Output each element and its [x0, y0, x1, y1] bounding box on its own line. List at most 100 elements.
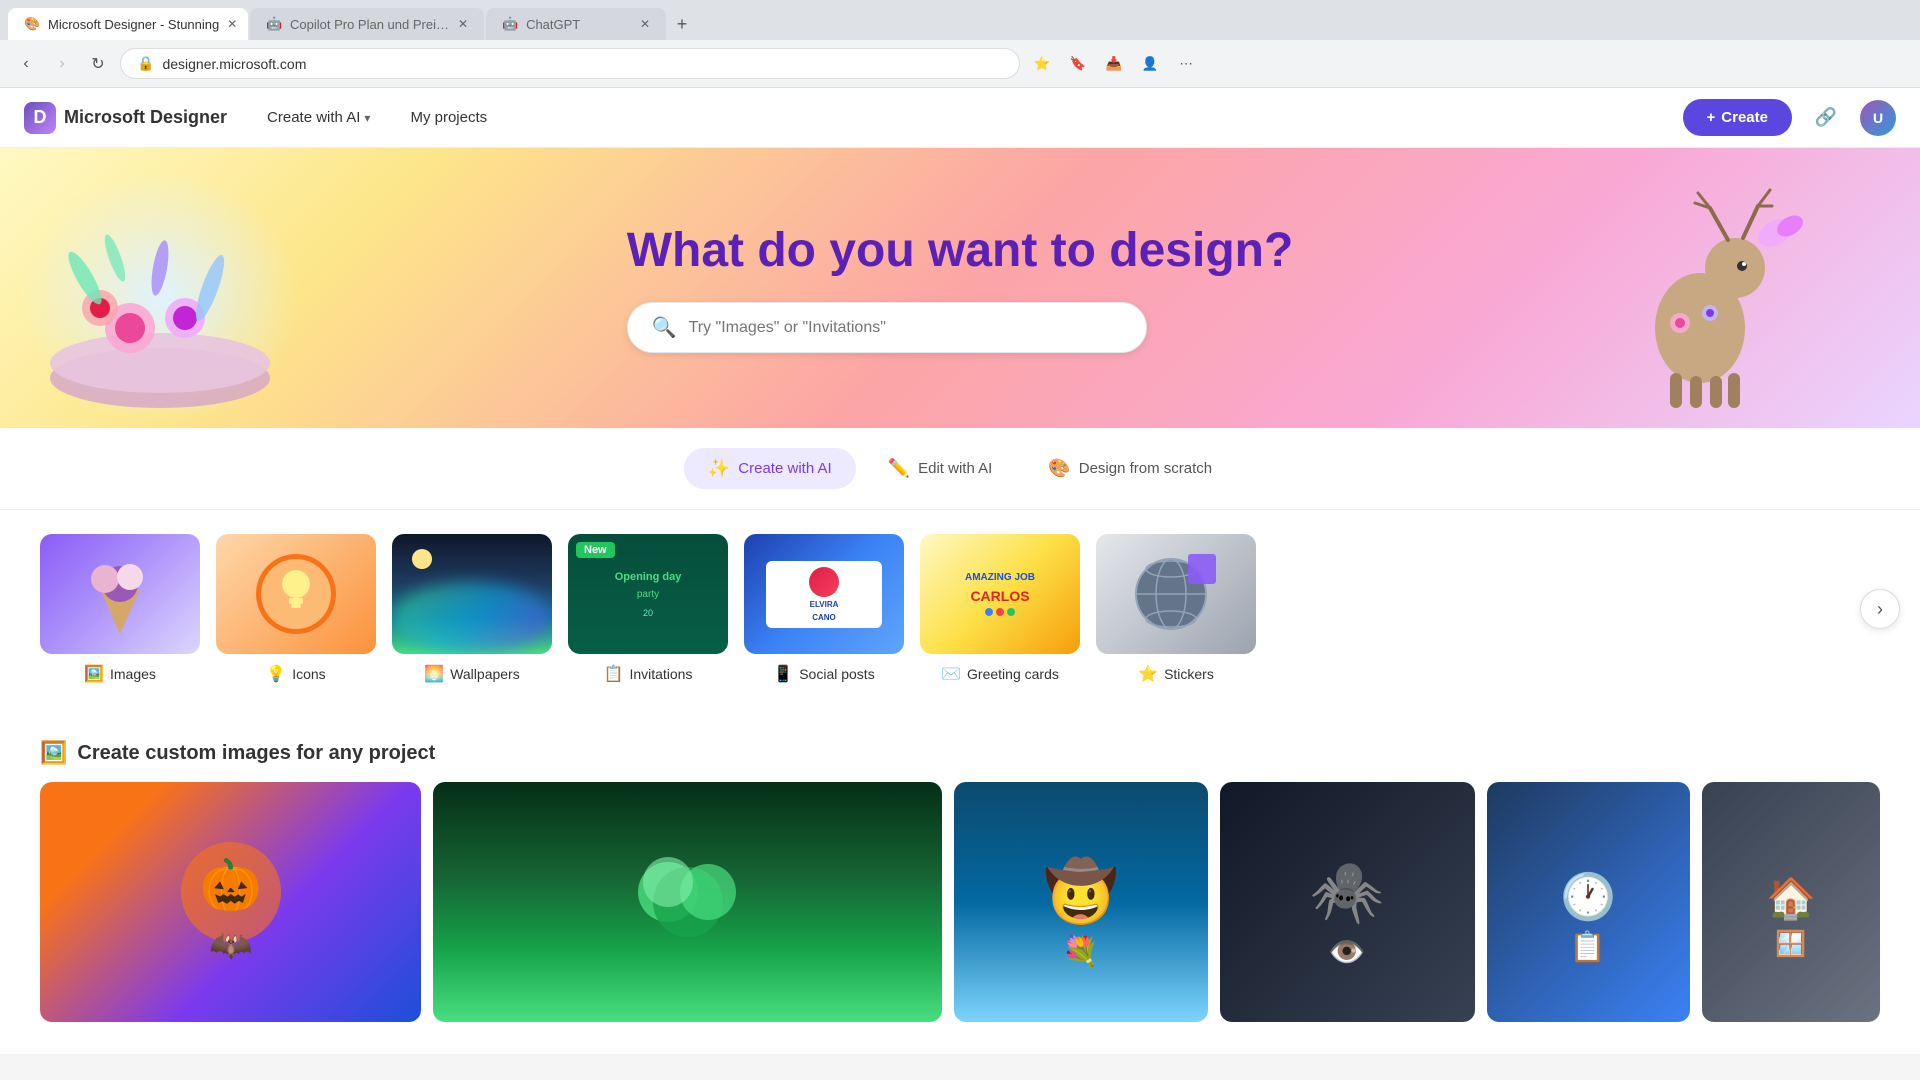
- svg-text:💐: 💐: [1062, 933, 1099, 970]
- filter-edit-ai-icon: ✏️: [888, 458, 910, 479]
- filter-create-ai-label: Create with AI: [738, 460, 831, 477]
- section-header: 🖼️ Create custom images for any project: [40, 740, 1880, 766]
- category-row: 🖼️ Images 💡: [40, 534, 1880, 684]
- hero-section: What do you want to design? 🔍: [0, 148, 1920, 428]
- tab-close-3[interactable]: ✕: [640, 17, 650, 31]
- search-input[interactable]: [689, 319, 1122, 337]
- custom-images-section: 🖼️ Create custom images for any project …: [0, 740, 1920, 1054]
- category-greeting-cards[interactable]: AMAZING JOB CARLOS ✉️ Greeting cards: [920, 534, 1080, 684]
- app-header: D Microsoft Designer Create with AI ▾ My…: [0, 88, 1920, 148]
- hero-left-decoration: [20, 168, 300, 428]
- carousel-next-button[interactable]: ›: [1860, 589, 1900, 629]
- create-button[interactable]: + Create: [1683, 99, 1792, 136]
- category-greeting-thumb: AMAZING JOB CARLOS: [920, 534, 1080, 654]
- tab-copilot[interactable]: 🤖 Copilot Pro Plan und Preise – F... ✕: [250, 8, 484, 40]
- category-social-posts[interactable]: ELVIRA CANO 📱 Social posts: [744, 534, 904, 684]
- wallpapers-icon: 🌅: [424, 664, 444, 684]
- settings-button[interactable]: ⋯: [1172, 50, 1200, 78]
- nav-create-with-ai[interactable]: Create with AI ▾: [259, 105, 378, 130]
- category-icons-thumb: [216, 534, 376, 654]
- custom-image-2[interactable]: [433, 782, 942, 1022]
- svg-text:🕷️: 🕷️: [1310, 858, 1385, 926]
- tab-favicon-1: 🎨: [24, 16, 40, 32]
- app-logo[interactable]: D Microsoft Designer: [24, 102, 227, 134]
- category-icons-label: 💡 Icons: [266, 664, 325, 684]
- custom-image-6[interactable]: 🏠 🪟: [1702, 782, 1880, 1022]
- browser-chrome: 🎨 Microsoft Designer - Stunning ✕ 🤖 Copi…: [0, 0, 1920, 88]
- filter-edit-with-ai[interactable]: ✏️ Edit with AI: [864, 448, 1017, 489]
- header-actions: + Create 🔗 U: [1683, 99, 1896, 136]
- back-button[interactable]: ‹: [12, 50, 40, 78]
- nav-my-projects[interactable]: My projects: [402, 105, 495, 130]
- logo-icon: D: [24, 102, 56, 134]
- hero-right-decoration: [1580, 168, 1840, 428]
- bookmark-list-button[interactable]: 🔖: [1064, 50, 1092, 78]
- nav-my-projects-label: My projects: [410, 109, 487, 126]
- address-bar[interactable]: 🔒 designer.microsoft.com: [120, 48, 1020, 79]
- nav-create-ai-label: Create with AI: [267, 109, 360, 126]
- category-stickers[interactable]: ⭐ Stickers: [1096, 534, 1256, 684]
- section-title: Create custom images for any project: [77, 742, 435, 765]
- filter-create-with-ai[interactable]: ✨ Create with AI: [684, 448, 856, 489]
- address-text: designer.microsoft.com: [162, 56, 306, 72]
- tab-favicon-3: 🤖: [502, 16, 518, 32]
- lock-icon: 🔒: [137, 55, 154, 72]
- section-header-icon: 🖼️: [40, 740, 67, 766]
- custom-image-1[interactable]: 🎃 🦇: [40, 782, 421, 1022]
- icons-icon: 💡: [266, 664, 286, 684]
- filter-section: ✨ Create with AI ✏️ Edit with AI 🎨 Desig…: [0, 428, 1920, 510]
- tab-close-2[interactable]: ✕: [458, 17, 468, 31]
- tab-close-1[interactable]: ✕: [227, 17, 237, 31]
- filter-design-label: Design from scratch: [1079, 460, 1212, 477]
- category-images[interactable]: 🖼️ Images: [40, 534, 200, 684]
- filter-create-ai-icon: ✨: [708, 458, 730, 479]
- category-wallpapers[interactable]: 🌅 Wallpapers: [392, 534, 552, 684]
- hero-search-bar[interactable]: 🔍: [627, 302, 1147, 353]
- filter-design-icon: 🎨: [1048, 458, 1070, 479]
- category-stickers-label: ⭐ Stickers: [1138, 664, 1214, 684]
- category-invitations-label: 📋 Invitations: [604, 664, 693, 684]
- category-images-label: 🖼️ Images: [84, 664, 156, 684]
- user-avatar[interactable]: U: [1860, 100, 1896, 136]
- tab-label-1: Microsoft Designer - Stunning: [48, 17, 219, 32]
- nav-menu: Create with AI ▾ My projects: [259, 105, 495, 130]
- svg-text:🎃: 🎃: [200, 856, 262, 913]
- tab-favicon-2: 🤖: [266, 16, 282, 32]
- filter-edit-ai-label: Edit with AI: [918, 460, 992, 477]
- category-social-label: 📱 Social posts: [773, 664, 874, 684]
- svg-text:🏠: 🏠: [1766, 877, 1816, 921]
- hero-content: What do you want to design? 🔍: [627, 223, 1294, 353]
- category-invitations[interactable]: Opening day party 20 New 📋 Invitations: [568, 534, 728, 684]
- download-button[interactable]: 📥: [1100, 50, 1128, 78]
- filter-design-from-scratch[interactable]: 🎨 Design from scratch: [1024, 448, 1236, 489]
- tab-microsoft-designer[interactable]: 🎨 Microsoft Designer - Stunning ✕: [8, 8, 248, 40]
- forward-button[interactable]: ›: [48, 50, 76, 78]
- custom-image-4[interactable]: 🕷️ 👁️: [1220, 782, 1474, 1022]
- tab-chatgpt[interactable]: 🤖 ChatGPT ✕: [486, 8, 666, 40]
- image-grid: 🎃 🦇 🤠 💐: [40, 782, 1880, 1022]
- stickers-icon: ⭐: [1138, 664, 1158, 684]
- browser-toolbar: ‹ › ↻ 🔒 designer.microsoft.com ⭐ 🔖 📥 👤 ⋯: [0, 40, 1920, 88]
- svg-text:🤠: 🤠: [1044, 855, 1119, 926]
- search-icon: 🔍: [652, 315, 677, 340]
- social-icon: 📱: [773, 664, 793, 684]
- category-wallpapers-label: 🌅 Wallpapers: [424, 664, 519, 684]
- svg-text:🪟: 🪟: [1775, 929, 1806, 958]
- share-button[interactable]: 🔗: [1808, 100, 1844, 136]
- custom-image-3[interactable]: 🤠 💐: [954, 782, 1208, 1022]
- images-icon: 🖼️: [84, 664, 104, 684]
- profile-button[interactable]: 👤: [1136, 50, 1164, 78]
- tab-label-3: ChatGPT: [526, 17, 580, 32]
- create-button-label: Create: [1721, 109, 1768, 126]
- custom-image-5[interactable]: 🕐 📋: [1487, 782, 1690, 1022]
- category-icons[interactable]: 💡 Icons: [216, 534, 376, 684]
- logo-text: Microsoft Designer: [64, 107, 227, 128]
- new-tab-button[interactable]: +: [668, 10, 696, 38]
- svg-text:👁️: 👁️: [1329, 936, 1366, 969]
- bookmark-button[interactable]: ⭐: [1028, 50, 1056, 78]
- category-wallpapers-thumb: [392, 534, 552, 654]
- reload-button[interactable]: ↻: [84, 50, 112, 78]
- create-button-icon: +: [1707, 109, 1716, 126]
- svg-text:📋: 📋: [1570, 929, 1607, 964]
- category-images-thumb: [40, 534, 200, 654]
